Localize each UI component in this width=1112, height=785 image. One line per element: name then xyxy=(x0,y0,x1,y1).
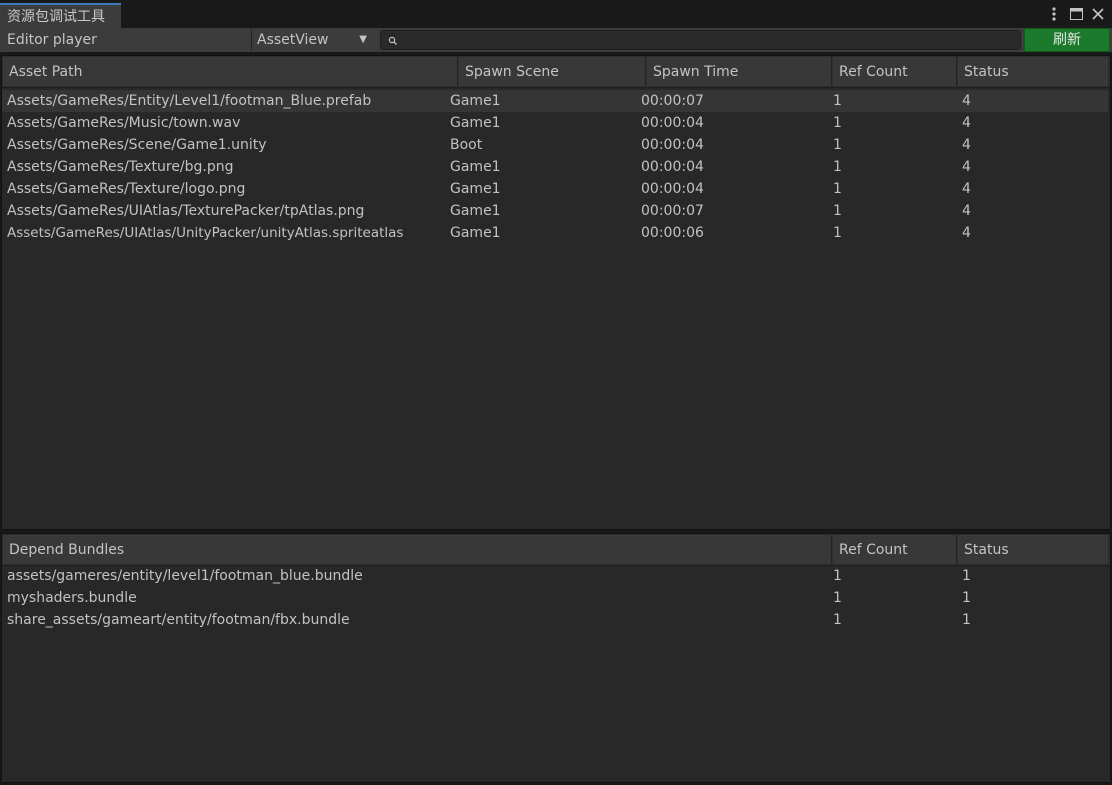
spawn-scene-cell: Boot xyxy=(450,137,483,153)
spawn-scene-cell: Game1 xyxy=(450,115,501,131)
assets-table-header: Asset Path Spawn Scene Spawn Time Ref Co… xyxy=(2,56,1110,88)
bundles-table-header: Depend Bundles Ref Count Status xyxy=(2,534,1110,566)
status-cell: 4 xyxy=(962,203,971,219)
status-cell: 4 xyxy=(962,159,971,175)
assets-table: Asset Path Spawn Scene Spawn Time Ref Co… xyxy=(1,55,1111,530)
spawn-time-cell: 00:00:06 xyxy=(641,225,704,241)
view-dropdown-value: AssetView xyxy=(257,32,329,48)
status-cell: 1 xyxy=(962,568,971,584)
search-input[interactable] xyxy=(401,31,1020,51)
tab-strip: 资源包调试工具 xyxy=(0,0,1112,28)
asset-path-cell: Assets/GameRes/Entity/Level1/footman_Blu… xyxy=(7,93,372,109)
asset-path-cell: Assets/GameRes/Music/town.wav xyxy=(7,115,241,131)
bundle-row[interactable]: share_assets/gameart/entity/footman/fbx.… xyxy=(2,609,1108,631)
spawn-scene-cell: Game1 xyxy=(450,159,501,175)
asset-path-cell: Assets/GameRes/Texture/logo.png xyxy=(7,181,246,197)
asset-path-cell: Assets/GameRes/UIAtlas/UnityPacker/unity… xyxy=(7,225,404,241)
close-icon[interactable] xyxy=(1090,5,1106,23)
asset-row[interactable]: Assets/GameRes/Scene/Game1.unity Boot 00… xyxy=(2,134,1108,156)
spawn-time-cell: 00:00:04 xyxy=(641,115,704,131)
asset-row[interactable]: Assets/GameRes/UIAtlas/TexturePacker/tpA… xyxy=(2,200,1108,222)
ref-count-cell: 1 xyxy=(833,115,842,131)
asset-path-cell: Assets/GameRes/Texture/bg.png xyxy=(7,159,234,175)
status-cell: 4 xyxy=(962,137,971,153)
spawn-time-cell: 00:00:07 xyxy=(641,93,704,109)
status-cell: 4 xyxy=(962,181,971,197)
tab-tools xyxy=(1046,5,1106,23)
column-header-spawn-scene[interactable]: Spawn Scene xyxy=(459,57,646,86)
column-header-depend-bundles[interactable]: Depend Bundles xyxy=(3,535,832,564)
bundle-row[interactable]: myshaders.bundle 1 1 xyxy=(2,587,1108,609)
search-icon xyxy=(388,36,397,45)
spawn-scene-cell: Game1 xyxy=(450,203,501,219)
search-field[interactable] xyxy=(380,30,1021,51)
bundle-name-cell: myshaders.bundle xyxy=(7,590,137,606)
asset-path-cell: Assets/GameRes/UIAtlas/TexturePacker/tpA… xyxy=(7,203,365,219)
bundle-name-cell: share_assets/gameart/entity/footman/fbx.… xyxy=(7,612,350,628)
asset-row[interactable]: Assets/GameRes/Entity/Level1/footman_Blu… xyxy=(2,90,1108,112)
ref-count-cell: 1 xyxy=(833,203,842,219)
bundle-row[interactable]: assets/gameres/entity/level1/footman_blu… xyxy=(2,565,1108,587)
spawn-time-cell: 00:00:04 xyxy=(641,181,704,197)
ref-count-cell: 1 xyxy=(833,568,842,584)
view-dropdown[interactable]: AssetView ▼ xyxy=(251,29,373,51)
status-cell: 1 xyxy=(962,612,971,628)
bundle-name-cell: assets/gameres/entity/level1/footman_blu… xyxy=(7,568,363,584)
ref-count-cell: 1 xyxy=(833,181,842,197)
asset-path-cell: Assets/GameRes/Scene/Game1.unity xyxy=(7,137,267,153)
player-label[interactable]: Editor player xyxy=(7,28,97,52)
bundles-table: Depend Bundles Ref Count Status assets/g… xyxy=(1,533,1111,783)
maximize-icon[interactable] xyxy=(1068,5,1084,23)
spawn-time-cell: 00:00:04 xyxy=(641,137,704,153)
chevron-down-icon: ▼ xyxy=(359,34,367,45)
column-header-ref-count[interactable]: Ref Count xyxy=(833,57,957,86)
status-cell: 4 xyxy=(962,93,971,109)
asset-bundle-debug-window: 资源包调试工具 Editor player AssetView ▼ 刷新 Ass… xyxy=(0,0,1112,785)
status-cell: 4 xyxy=(962,115,971,131)
window-tab[interactable]: 资源包调试工具 xyxy=(0,3,121,28)
asset-row[interactable]: Assets/GameRes/Texture/logo.png Game1 00… xyxy=(2,178,1108,200)
column-header-status[interactable]: Status xyxy=(958,57,1108,86)
column-header-ref-count[interactable]: Ref Count xyxy=(833,535,957,564)
asset-row[interactable]: Assets/GameRes/Music/town.wav Game1 00:0… xyxy=(2,112,1108,134)
spawn-time-cell: 00:00:07 xyxy=(641,203,704,219)
column-header-asset-path[interactable]: Asset Path xyxy=(3,57,458,86)
kebab-menu-icon[interactable] xyxy=(1046,5,1062,23)
ref-count-cell: 1 xyxy=(833,225,842,241)
status-cell: 1 xyxy=(962,590,971,606)
toolbar: Editor player AssetView ▼ 刷新 xyxy=(0,28,1112,52)
ref-count-cell: 1 xyxy=(833,159,842,175)
asset-row[interactable]: Assets/GameRes/UIAtlas/UnityPacker/unity… xyxy=(2,222,1108,244)
refresh-button[interactable]: 刷新 xyxy=(1024,28,1110,52)
ref-count-cell: 1 xyxy=(833,612,842,628)
spawn-scene-cell: Game1 xyxy=(450,225,501,241)
spawn-scene-cell: Game1 xyxy=(450,93,501,109)
status-cell: 4 xyxy=(962,225,971,241)
spawn-scene-cell: Game1 xyxy=(450,181,501,197)
ref-count-cell: 1 xyxy=(833,590,842,606)
column-header-spawn-time[interactable]: Spawn Time xyxy=(647,57,832,86)
ref-count-cell: 1 xyxy=(833,93,842,109)
ref-count-cell: 1 xyxy=(833,137,842,153)
asset-row[interactable]: Assets/GameRes/Texture/bg.png Game1 00:0… xyxy=(2,156,1108,178)
column-header-status[interactable]: Status xyxy=(958,535,1108,564)
spawn-time-cell: 00:00:04 xyxy=(641,159,704,175)
